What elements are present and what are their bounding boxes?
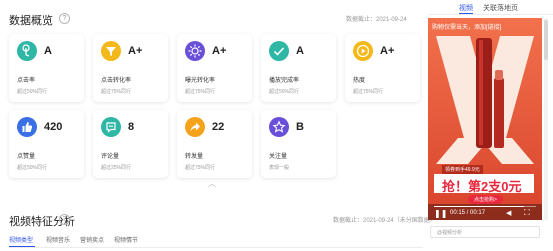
metric-sub: 表现一般 bbox=[269, 165, 290, 171]
metric-label: 点赞量 bbox=[17, 154, 36, 160]
metric-card-click-conversion[interactable]: A+ 点击转化率 超过75%同行 bbox=[93, 34, 168, 102]
tap-icon bbox=[17, 41, 37, 61]
volume-icon[interactable]: ◀ bbox=[506, 209, 511, 217]
features-date: 数据截止：2021-09-24（未分国数据） bbox=[333, 218, 436, 224]
share-icon bbox=[185, 117, 205, 137]
metric-card-comments[interactable]: 8 评论量 超过25%同行 bbox=[93, 110, 168, 178]
metric-sub: 超过75%同行 bbox=[185, 165, 216, 171]
collapse-chevron-icon[interactable]: ︿ bbox=[208, 178, 216, 189]
metric-grade: A+ bbox=[128, 45, 143, 57]
fullscreen-icon[interactable]: ⛶ bbox=[524, 208, 530, 218]
play-icon bbox=[353, 41, 373, 61]
metric-grade: A+ bbox=[380, 45, 395, 57]
video-progress-fill bbox=[434, 206, 524, 207]
metric-card-follows[interactable]: B 关注量 表现一般 bbox=[261, 110, 336, 178]
tab-related-landing[interactable]: 关联落地页 bbox=[483, 3, 518, 13]
video-time: 00:15 / 00:17 bbox=[450, 210, 486, 216]
overview-date: 数据截止：2021-09-24 bbox=[346, 17, 407, 23]
video-analysis-select[interactable]: @视频分析 bbox=[430, 226, 540, 238]
metric-label: 关注量 bbox=[269, 154, 288, 160]
thumbs-up-icon bbox=[17, 117, 37, 137]
metric-grade: B bbox=[296, 121, 304, 133]
help-icon[interactable]: ? bbox=[59, 214, 70, 225]
metric-card-heat[interactable]: A+ 热度 超过75%同行 bbox=[345, 34, 420, 102]
tab-video-music[interactable]: 视频音乐 bbox=[46, 235, 70, 244]
metric-card-shares[interactable]: 22 转发量 超过75%同行 bbox=[177, 110, 252, 178]
metric-card-completion-rate[interactable]: A 播放完成率 超过50%同行 bbox=[261, 34, 336, 102]
video-price-tag: 领券到手49.9元 bbox=[442, 165, 483, 174]
metric-label: 热度 bbox=[353, 78, 366, 84]
comment-icon bbox=[101, 117, 121, 137]
metric-sub: 超过75%同行 bbox=[353, 89, 384, 95]
tab-selling-points[interactable]: 营销卖点 bbox=[80, 235, 104, 244]
pause-icon[interactable]: ❚❚ bbox=[434, 209, 447, 218]
video-buy-button[interactable]: 点击抢购> bbox=[468, 195, 503, 204]
check-icon bbox=[269, 41, 289, 61]
metric-card-likes[interactable]: 420 点赞量 超过50%同行 bbox=[9, 110, 84, 178]
metric-label: 曝光转化率 bbox=[185, 78, 216, 84]
help-icon[interactable]: ? bbox=[59, 13, 70, 24]
sun-icon bbox=[185, 41, 205, 61]
video-player[interactable]: 购物仅需当天，添加[链接] 领券到手49.9元 抢！第2支0元 点击抢购> ❚❚… bbox=[428, 18, 542, 220]
metric-label: 播放完成率 bbox=[269, 78, 300, 84]
metric-label: 点击转化率 bbox=[101, 78, 132, 84]
metric-grade: A bbox=[296, 45, 304, 57]
metric-sub: 超过50%同行 bbox=[17, 89, 48, 95]
metric-label: 转发量 bbox=[185, 154, 204, 160]
metric-sub: 超过25%同行 bbox=[101, 165, 132, 171]
metric-sub: 超过75%同行 bbox=[101, 89, 132, 95]
metric-card-ctr[interactable]: A 点击率 超过50%同行 bbox=[9, 34, 84, 102]
tab-video-type[interactable]: 视频类型 bbox=[9, 235, 33, 244]
metric-sub: 超过50%同行 bbox=[269, 89, 300, 95]
metric-grade: 22 bbox=[212, 121, 225, 133]
metric-label: 点击率 bbox=[17, 78, 36, 84]
star-icon bbox=[269, 117, 289, 137]
overview-title: 数据概览 bbox=[9, 15, 53, 27]
metric-sub: 超过50%同行 bbox=[17, 165, 48, 171]
metric-grade: A bbox=[44, 45, 52, 57]
metric-grade: 8 bbox=[128, 121, 135, 133]
scrollbar-thumb[interactable] bbox=[544, 20, 548, 60]
metric-card-exposure-conversion[interactable]: A+ 曝光转化率 超过75%同行 bbox=[177, 34, 252, 102]
tab-divider bbox=[428, 14, 553, 15]
metric-label: 评论量 bbox=[101, 154, 120, 160]
tab-video[interactable]: 视频 bbox=[459, 3, 473, 13]
metric-grade: 420 bbox=[44, 121, 63, 133]
metric-grade: A+ bbox=[212, 45, 227, 57]
video-caption: 购物仅需当天，添加[链接] bbox=[432, 25, 502, 31]
tab-video-plot[interactable]: 视频情节 bbox=[114, 235, 138, 244]
tab-divider bbox=[9, 247, 423, 248]
funnel-icon bbox=[101, 41, 121, 61]
metric-sub: 超过75%同行 bbox=[185, 89, 216, 95]
video-promo-text: 抢！第2支0元 bbox=[442, 179, 522, 194]
video-progress-bar[interactable] bbox=[434, 206, 536, 207]
